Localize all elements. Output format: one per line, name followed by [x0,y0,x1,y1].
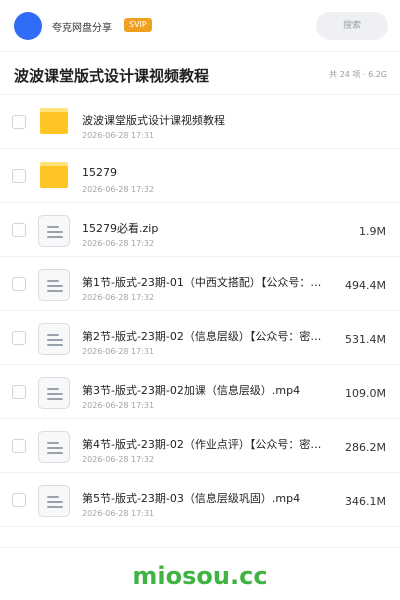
item-date: 2026-06-28 17:31 [82,131,155,140]
list-item[interactable]: 第2节-版式-23期-02（信息层级）【公众号：密… 2026-06-28 17… [0,311,400,365]
row-checkbox[interactable] [12,277,26,291]
item-size: 531.4M [345,333,386,346]
file-icon [38,269,70,301]
list-item[interactable]: 15279必看.zip 2026-06-28 17:32 1.9M [0,203,400,257]
file-icon [38,377,70,409]
item-name: 15279 [82,166,117,179]
file-icon [38,323,70,355]
item-date: 2026-06-28 17:32 [82,455,155,464]
header: 夸克网盘分享 SVIP 搜索 [0,0,400,52]
list-item[interactable]: 15279 2026-06-28 17:32 [0,149,400,203]
item-size: 1.9M [359,225,386,238]
header-divider [0,51,400,52]
row-checkbox[interactable] [12,331,26,345]
search-input[interactable]: 搜索 [316,12,388,40]
item-date: 2026-06-28 17:31 [82,347,155,356]
item-size: 494.4M [345,279,386,292]
footer-divider [0,547,400,548]
folder-icon [40,162,68,188]
row-checkbox[interactable] [12,493,26,507]
row-checkbox[interactable] [12,439,26,453]
app-logo[interactable] [14,12,42,40]
item-name: 第5节-版式-23期-03（信息层级巩固）.mp4 [82,492,301,505]
svip-badge[interactable]: SVIP [124,18,152,32]
file-icon [38,431,70,463]
list-item[interactable]: 第3节-版式-23期-02加课（信息层级）.mp4 2026-06-28 17:… [0,365,400,419]
list-item[interactable]: 第5节-版式-23期-03（信息层级巩固）.mp4 2026-06-28 17:… [0,473,400,527]
file-icon [38,485,70,517]
row-checkbox[interactable] [12,223,26,237]
item-name: 第2节-版式-23期-02（信息层级）【公众号：密… [82,330,322,343]
item-size: 286.2M [345,441,386,454]
watermark: miosou.cc [132,562,268,590]
row-checkbox[interactable] [12,169,26,183]
folder-icon [40,108,68,134]
list-item[interactable]: 第1节-版式-23期-01（中西文搭配）【公众号：… 2026-06-28 17… [0,257,400,311]
item-name: 第3节-版式-23期-02加课（信息层级）.mp4 [82,384,301,397]
item-date: 2026-06-28 17:32 [82,185,155,194]
list-item[interactable]: 波波课堂版式设计课视频教程 2026-06-28 17:31 [0,95,400,149]
folder-meta: 共 24 项 · 6.2G [329,70,387,79]
file-icon [38,215,70,247]
row-checkbox[interactable] [12,385,26,399]
brand-name: 夸克网盘分享 [52,23,112,34]
row-checkbox[interactable] [12,115,26,129]
item-date: 2026-06-28 17:31 [82,401,155,410]
item-name: 15279必看.zip [82,222,159,235]
item-name: 波波课堂版式设计课视频教程 [82,114,225,127]
list-item[interactable]: 第4节-版式-23期-02（作业点评）【公众号：密… 2026-06-28 17… [0,419,400,473]
item-date: 2026-06-28 17:32 [82,239,155,248]
page-title: 波波课堂版式设计课视频教程 [14,67,210,85]
item-date: 2026-06-28 17:31 [82,509,155,518]
file-list: 波波课堂版式设计课视频教程 2026-06-28 17:31 15279 202… [0,95,400,527]
item-size: 346.1M [345,495,386,508]
item-name: 第4节-版式-23期-02（作业点评）【公众号：密… [82,438,322,451]
item-date: 2026-06-28 17:32 [82,293,155,302]
item-name: 第1节-版式-23期-01（中西文搭配）【公众号：… [82,276,322,289]
item-size: 109.0M [345,387,386,400]
